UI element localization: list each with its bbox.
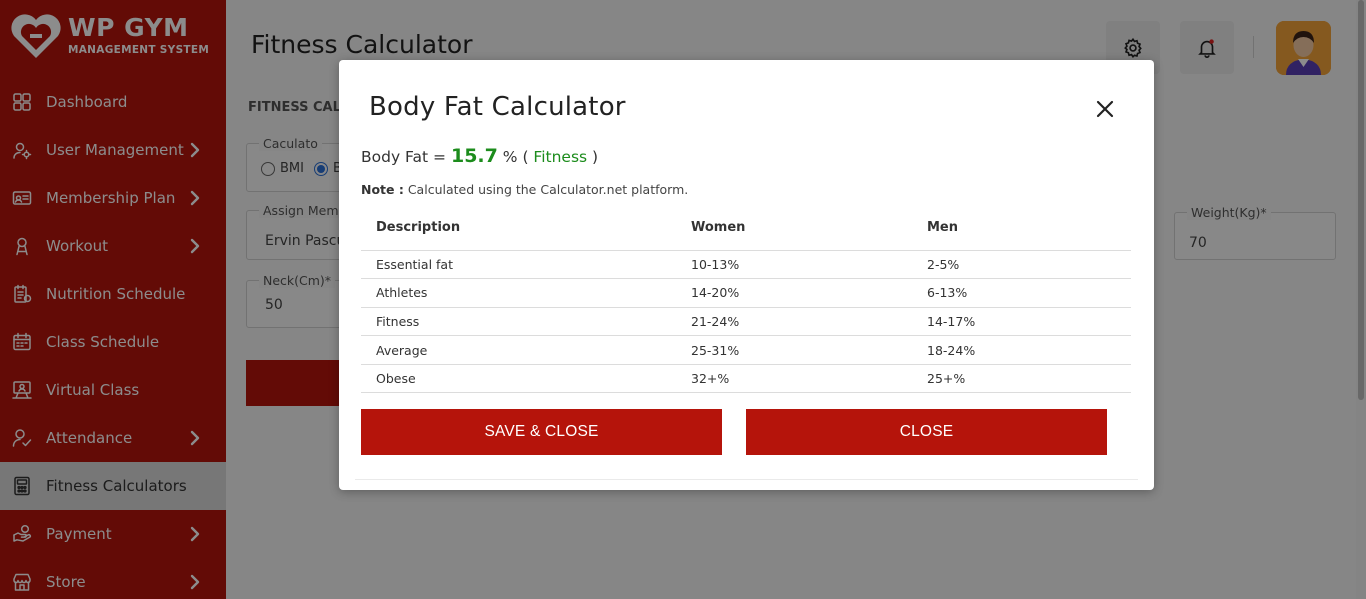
table-cell-women: 14-20% — [676, 278, 912, 308]
body-fat-result: Body Fat = 15.7 % ( Fitness ) — [361, 145, 598, 167]
table-cell-women: 10-13% — [676, 250, 912, 280]
table-cell-description: Fitness — [361, 307, 676, 337]
table-cell-women: 32+% — [676, 364, 912, 394]
table-cell-men: 6-13% — [912, 278, 1131, 308]
result-prefix: Body Fat = — [361, 148, 451, 166]
table-header-men: Men — [912, 206, 1131, 251]
result-value: 15.7 — [450, 145, 498, 167]
table-row: Athletes 14-20% 6-13% — [361, 278, 1131, 308]
calculation-note: Note : Calculated using the Calculator.n… — [361, 182, 688, 197]
table-row: Essential fat 10-13% 2-5% — [361, 250, 1131, 280]
table-cell-men: 25+% — [912, 364, 1131, 394]
table-cell-men: 18-24% — [912, 335, 1131, 365]
table-cell-description: Average — [361, 335, 676, 365]
table-cell-women: 25-31% — [676, 335, 912, 365]
body-fat-table: Description Women Men Essential fat 10-1… — [361, 206, 1131, 394]
table-row: Obese 32+% 25+% — [361, 364, 1131, 394]
save-and-close-button[interactable]: SAVE & CLOSE — [361, 409, 722, 455]
table-cell-description: Athletes — [361, 278, 676, 308]
table-header-row: Description Women Men — [361, 206, 1131, 251]
close-button[interactable]: CLOSE — [746, 409, 1107, 455]
note-text: Calculated using the Calculator.net plat… — [403, 182, 689, 197]
modal-title: Body Fat Calculator — [369, 92, 626, 122]
table-cell-description: Obese — [361, 364, 676, 394]
table-header-women: Women — [676, 206, 912, 251]
body-fat-modal: Body Fat Calculator Body Fat = 15.7 % ( … — [339, 60, 1154, 490]
table-row: Fitness 21-24% 14-17% — [361, 307, 1131, 337]
result-suffix: ) — [587, 148, 599, 166]
close-icon[interactable] — [1096, 100, 1114, 118]
result-category: Fitness — [533, 148, 588, 166]
modal-footer-divider — [355, 479, 1138, 480]
table-row: Average 25-31% 18-24% — [361, 335, 1131, 365]
table-cell-description: Essential fat — [361, 250, 676, 280]
table-cell-men: 2-5% — [912, 250, 1131, 280]
note-label: Note : — [361, 182, 404, 197]
table-cell-women: 21-24% — [676, 307, 912, 337]
result-unit: % ( — [497, 148, 534, 166]
table-header-description: Description — [361, 206, 676, 251]
table-cell-men: 14-17% — [912, 307, 1131, 337]
